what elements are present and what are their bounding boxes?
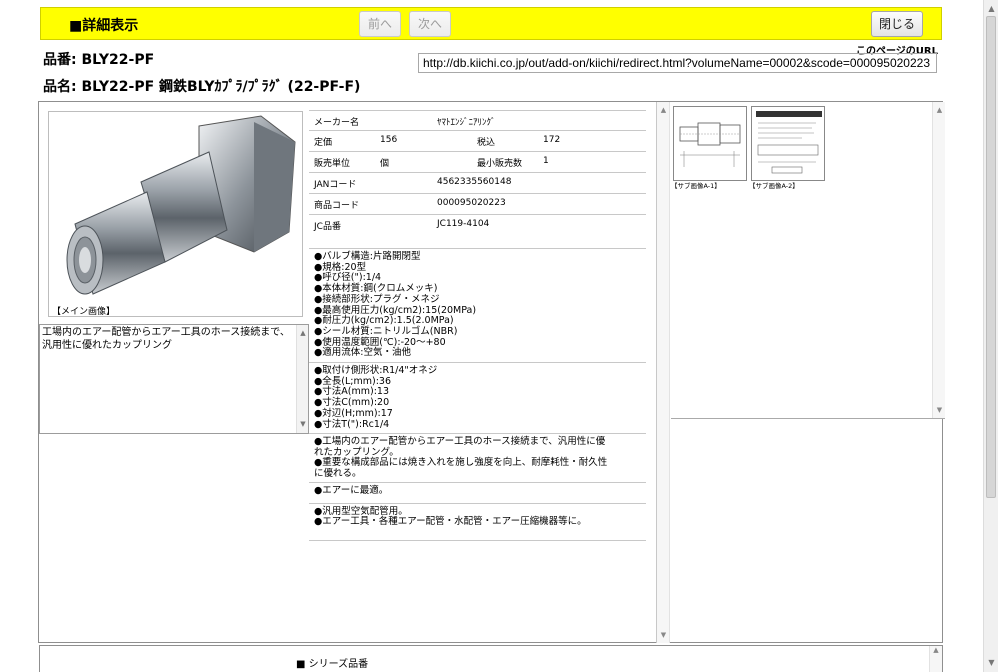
feature-list: ●バルブ構造:片路開閉型 ●規格:20型 ●呼び径("):1/4 ●本体材質:鋼…: [309, 248, 646, 541]
scroll-down-icon[interactable]: ▼: [297, 418, 308, 431]
scroll-down-icon[interactable]: ▼: [933, 406, 946, 414]
description-scrollbar[interactable]: ▲ ▼: [296, 325, 308, 433]
sub-image-panel: ▲ ▼ 【サブ画像A-1】 【サブ画像A-2】 ▲ ▼: [656, 102, 945, 643]
product-code: 品番: BLY22-PF: [43, 52, 155, 68]
item-code-value: 000095020223: [437, 198, 506, 208]
maker-label: メーカー名: [314, 118, 360, 128]
dimension-bullets: ●取付け側形状:R1/4"オネジ ●全長(L;mm):36 ●寸法A(mm):1…: [309, 362, 646, 433]
list-item: ●エアーに最適。: [314, 485, 389, 497]
scrollbar-thumb[interactable]: [986, 16, 996, 498]
list-item: に優れる。: [314, 467, 362, 479]
left-pane-scrollbar[interactable]: ▲ ▼: [657, 102, 670, 643]
tax-label: 税込: [477, 138, 496, 148]
list-item: ●重要な構成部品には焼き入れを施し強度を向上、耐摩耗性・耐久性: [314, 457, 608, 469]
product-name: 品名: BLY22-PF 鋼鉄BLYｶﾌﾟﾗ/ﾌﾟﾗｸﾞ (22-PF-F): [43, 79, 361, 95]
prev-button[interactable]: 前へ: [359, 11, 401, 37]
series-scrollbar[interactable]: ▲: [929, 646, 942, 672]
scroll-up-icon[interactable]: ▲: [933, 646, 938, 654]
usage-note: ●エアーに最適。: [309, 482, 646, 503]
sub-image-area: 【サブ画像A-1】 【サブ画像A-2】 ▲ ▼: [671, 102, 945, 419]
table-row: JC品番 JC119-4104: [309, 215, 646, 236]
price-value: 156: [380, 135, 398, 145]
jc-label: JC品番: [314, 222, 341, 232]
page-scrollbar[interactable]: ▲ ▼: [983, 0, 998, 672]
list-item: ●エアー工具・各種エアー配管・水配管・エアー圧縮機器等に。: [314, 516, 587, 528]
item-code-label: 商品コード: [314, 201, 360, 211]
scroll-down-icon[interactable]: ▼: [657, 631, 670, 639]
application-list: ●汎用型空気配管用。 ●エアー工具・各種エアー配管・水配管・エアー圧縮機器等に。: [309, 502, 646, 541]
spec-table: メーカー名 ﾔﾏﾄｴﾝｼﾞﾆｱﾘﾝｸﾞ 定価 156 税込 172 販売単位 個…: [309, 110, 646, 236]
table-row: メーカー名 ﾔﾏﾄｴﾝｼﾞﾆｱﾘﾝｸﾞ: [309, 110, 646, 131]
close-button[interactable]: 閉じる: [871, 11, 923, 37]
drawing-thumbnail-icon: [679, 122, 741, 167]
table-row: 定価 156 税込 172: [309, 131, 646, 152]
table-row: 商品コード 000095020223: [309, 194, 646, 215]
price-label: 定価: [314, 138, 333, 148]
sub-image-1[interactable]: [673, 106, 747, 181]
tax-value: 172: [543, 135, 561, 145]
description-text: 工場内のエアー配管からエアー工具のホース接続まで、汎用性に優れたカップリング: [42, 327, 290, 351]
spec-sheet-thumbnail-icon: [756, 111, 822, 174]
jc-value: JC119-4104: [437, 219, 490, 229]
list-item: ●寸法T("):Rc1/4: [314, 418, 390, 430]
next-button[interactable]: 次へ: [409, 11, 451, 37]
sub-image-scrollbar[interactable]: ▲ ▼: [932, 102, 945, 418]
unit-label: 販売単位: [314, 159, 351, 169]
scroll-up-icon[interactable]: ▲: [657, 106, 670, 114]
scroll-up-icon[interactable]: ▲: [297, 327, 308, 340]
maker-value: ﾔﾏﾄｴﾝｼﾞﾆｱﾘﾝｸﾞ: [437, 118, 496, 128]
sub-image-1-caption: 【サブ画像A-1】: [671, 182, 721, 190]
series-frame: ■ シリーズ品番 ▲: [39, 645, 943, 672]
sub-image-2[interactable]: [751, 106, 825, 181]
series-heading: ■ シリーズ品番: [296, 659, 369, 670]
header-bar: ■詳細表示 前へ 次へ 閉じる: [40, 7, 942, 40]
page-url-field[interactable]: http://db.kiichi.co.jp/out/add-on/kiichi…: [418, 53, 937, 73]
scroll-up-icon[interactable]: ▲: [933, 106, 946, 114]
detail-frame: 【メイン画像】 工場内のエアー配管からエアー工具のホース接続まで、汎用性に優れた…: [38, 101, 945, 643]
page-title: ■詳細表示: [69, 18, 139, 34]
jan-label: JANコード: [314, 180, 357, 190]
main-image: 【メイン画像】: [48, 111, 303, 317]
unit-value: 個: [380, 159, 390, 169]
sub-image-2-caption: 【サブ画像A-2】: [749, 182, 799, 190]
table-row: 販売単位 個 最小販売数 1: [309, 152, 646, 173]
description-box[interactable]: 工場内のエアー配管からエアー工具のホース接続まで、汎用性に優れたカップリング ▲…: [39, 324, 309, 434]
min-qty-label: 最小販売数: [477, 159, 523, 169]
main-image-caption: 【メイン画像】: [52, 307, 116, 317]
list-item: ●接続部形状:プラグ・メネジ: [314, 293, 440, 305]
coupler-plug-image: [66, 115, 296, 295]
list-item: ●適用流体:空気・油他: [314, 347, 411, 359]
spec-bullets: ●バルブ構造:片路開閉型 ●規格:20型 ●呼び径("):1/4 ●本体材質:鋼…: [309, 248, 646, 362]
scroll-down-icon[interactable]: ▼: [984, 655, 998, 670]
table-row: JANコード 4562335560148: [309, 173, 646, 194]
scroll-up-icon[interactable]: ▲: [984, 1, 998, 16]
feature-description: ●工場内のエアー配管からエアー工具のホース接続まで、汎用性に優 れたカップリング…: [309, 433, 646, 482]
min-qty-value: 1: [543, 156, 549, 166]
jan-value: 4562335560148: [437, 177, 512, 187]
list-item: ●対辺(H;mm):17: [314, 407, 393, 419]
